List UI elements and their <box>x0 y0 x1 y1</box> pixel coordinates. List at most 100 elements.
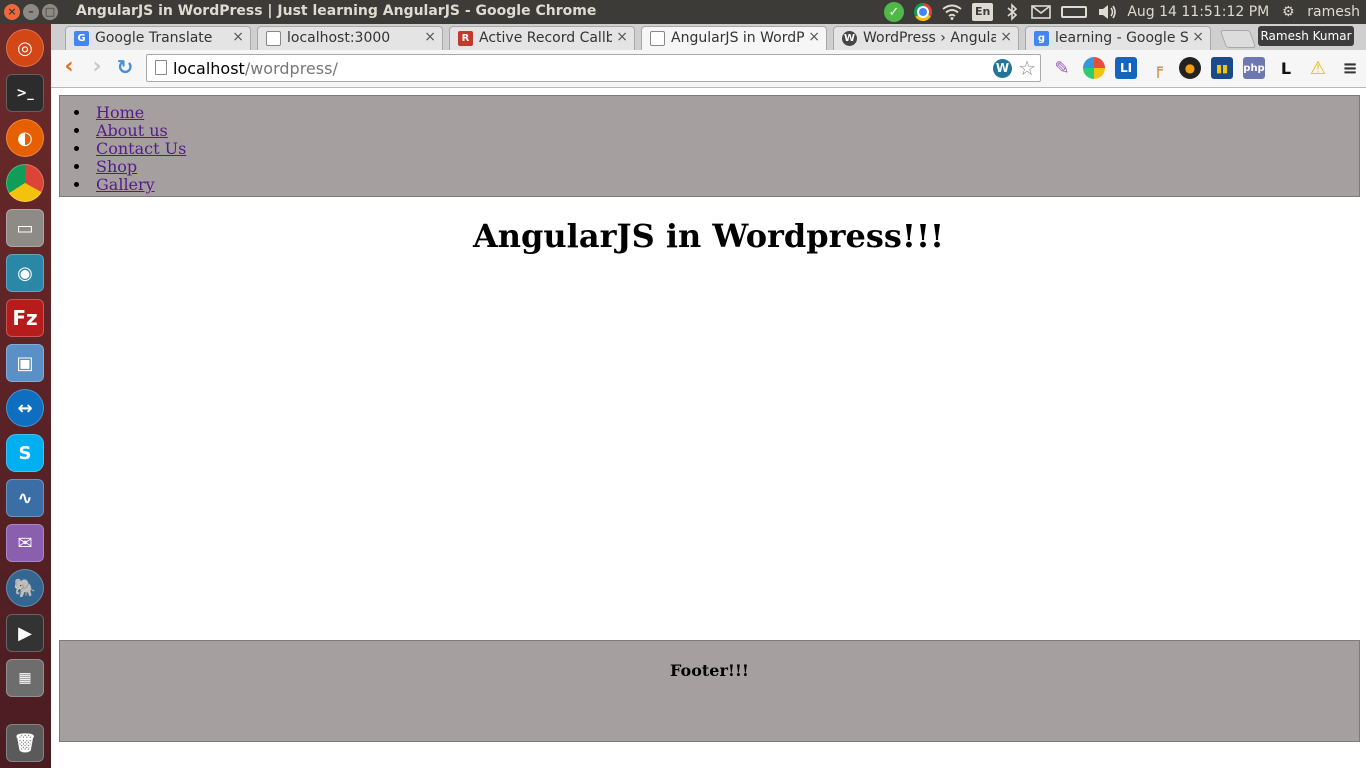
pidgin-icon[interactable]: ✉ <box>6 524 44 562</box>
warning-extension-icon[interactable]: ⚠ <box>1307 57 1329 79</box>
volume-icon[interactable] <box>1097 2 1117 22</box>
browser-toolbar: ‹ › ↻ localhost/wordpress/ W ☆ ✎ LI ╒ ● … <box>51 50 1366 88</box>
new-tab-button[interactable] <box>1219 30 1257 48</box>
firefox-icon[interactable]: ◐ <box>6 119 44 157</box>
bookmark-star-icon[interactable]: ☆ <box>1018 56 1036 80</box>
url-text[interactable]: localhost/wordpress/ <box>173 59 338 78</box>
tab-strip: G Google Translate × localhost:3000 × R … <box>51 24 1366 50</box>
nav-link-contact[interactable]: Contact Us <box>96 139 186 158</box>
nav-item-gallery: Gallery <box>74 176 186 194</box>
page-icon <box>155 60 167 75</box>
tab-title: Google Translate <box>95 30 213 46</box>
l-extension-icon[interactable]: L <box>1275 57 1297 79</box>
close-tab-icon[interactable]: × <box>1192 29 1204 45</box>
tools-extension-icon[interactable]: ╒ <box>1147 57 1169 79</box>
feather-extension-icon[interactable]: ✎ <box>1051 57 1073 79</box>
close-tab-icon[interactable]: × <box>616 29 628 45</box>
indicator-area: ✓ En Aug 14 11:51:12 PM ⚙ ramesh <box>883 2 1360 22</box>
terminal-icon[interactable]: >_ <box>6 74 44 112</box>
tab-localhost-3000[interactable]: localhost:3000 × <box>257 26 443 50</box>
profile-badge[interactable]: Ramesh Kumar <box>1258 26 1354 46</box>
filezilla-icon[interactable]: Fz <box>6 299 44 337</box>
tab-wordpress-admin[interactable]: W WordPress › Angular × <box>833 26 1019 50</box>
tab-title: learning - Google Se <box>1055 30 1188 46</box>
ubuntu-dash-icon[interactable]: ◎ <box>6 29 44 67</box>
reload-button[interactable]: ↻ <box>113 56 137 80</box>
nav-link-shop[interactable]: Shop <box>96 157 137 176</box>
files-icon[interactable]: ▭ <box>6 209 44 247</box>
rails-icon: R <box>458 31 473 46</box>
close-tab-icon[interactable]: × <box>808 29 820 45</box>
skype-icon[interactable]: S <box>6 434 44 472</box>
google-icon: g <box>1034 31 1049 46</box>
page-viewport: Home About us Contact Us Shop Gallery An… <box>51 89 1366 768</box>
url-host: localhost <box>173 59 245 78</box>
top-panel: × – □ AngularJS in WordPress | Just lear… <box>0 0 1366 24</box>
site-footer: Footer!!! <box>59 640 1360 742</box>
php-extension-icon[interactable]: php <box>1243 57 1265 79</box>
close-tab-icon[interactable]: × <box>232 29 244 45</box>
mail-icon[interactable] <box>1031 2 1052 22</box>
teamviewer-icon[interactable]: ↔ <box>6 389 44 427</box>
tab-google-search[interactable]: g learning - Google Se × <box>1025 26 1211 50</box>
launcher: ◎ >_ ◐ ▭ ◉ Fz ▣ ↔ S ∿ ✉ 🐘 ▶ ▦ 🗑 <box>0 24 51 768</box>
nav-list: Home About us Contact Us Shop Gallery <box>74 104 186 194</box>
forward-button[interactable]: › <box>85 56 109 80</box>
stats-extension-icon[interactable]: ▮▮ <box>1211 57 1233 79</box>
color-picker-extension-icon[interactable] <box>1083 57 1105 79</box>
tab-angularjs-wordpress[interactable]: AngularJS in WordP × <box>641 26 827 50</box>
tab-title: Active Record Callba <box>479 30 612 46</box>
chrome-icon[interactable] <box>6 164 44 202</box>
tab-title: localhost:3000 <box>287 30 391 46</box>
minimize-window-button[interactable]: – <box>23 4 39 20</box>
menu-hamburger-icon[interactable]: ≡ <box>1339 57 1361 79</box>
page-icon <box>650 31 665 46</box>
web-browser-icon[interactable]: ◉ <box>6 254 44 292</box>
url-path: /wordpress/ <box>244 59 338 78</box>
calculator-icon[interactable]: ▦ <box>6 659 44 697</box>
wordpress-icon[interactable]: W <box>993 59 1012 78</box>
nav-item-shop: Shop <box>74 158 186 176</box>
username-label[interactable]: ramesh <box>1307 2 1360 22</box>
window-title: AngularJS in WordPress | Just learning A… <box>76 3 597 19</box>
nav-link-gallery[interactable]: Gallery <box>96 175 155 194</box>
translate-icon: G <box>74 31 89 46</box>
video-editor-icon[interactable]: ▶ <box>6 614 44 652</box>
wordpress-icon: W <box>842 31 857 46</box>
battery-icon[interactable] <box>1061 2 1088 22</box>
tab-google-translate[interactable]: G Google Translate × <box>65 26 251 50</box>
session-gear-icon[interactable]: ⚙ <box>1279 2 1297 22</box>
bluetooth-icon[interactable] <box>1003 2 1021 22</box>
extension-icons: ✎ LI ╒ ● ▮▮ php L ⚠ ≡ <box>1051 57 1361 79</box>
update-check-icon[interactable]: ✓ <box>883 2 904 22</box>
nav-link-about[interactable]: About us <box>96 121 168 140</box>
wifi-icon[interactable] <box>942 2 962 22</box>
clock-label[interactable]: Aug 14 11:51:12 PM <box>1127 2 1269 22</box>
tab-title: AngularJS in WordP <box>671 30 804 46</box>
nav-link-home[interactable]: Home <box>96 103 144 122</box>
virtualbox-icon[interactable]: ▣ <box>6 344 44 382</box>
close-tab-icon[interactable]: × <box>424 29 436 45</box>
maximize-window-button[interactable]: □ <box>42 4 58 20</box>
trash-icon[interactable]: 🗑 <box>6 724 44 762</box>
nav-item-home: Home <box>74 104 186 122</box>
nav-item-contact: Contact Us <box>74 140 186 158</box>
nav-item-about: About us <box>74 122 186 140</box>
keyboard-layout-indicator[interactable]: En <box>971 3 994 21</box>
chrome-indicator-icon[interactable] <box>913 3 932 21</box>
back-button[interactable]: ‹ <box>57 56 81 80</box>
page-heading: AngularJS in Wordpress!!! <box>472 217 945 255</box>
pgadmin-icon[interactable]: 🐘 <box>6 569 44 607</box>
system-monitor-icon[interactable]: ∿ <box>6 479 44 517</box>
site-nav: Home About us Contact Us Shop Gallery <box>59 95 1360 197</box>
footer-text: Footer!!! <box>670 661 749 680</box>
tab-title: WordPress › Angular <box>863 30 996 46</box>
window-controls: × – □ <box>4 4 58 20</box>
address-bar[interactable]: localhost/wordpress/ W ☆ <box>146 54 1041 82</box>
tab-active-record[interactable]: R Active Record Callba × <box>449 26 635 50</box>
page-icon <box>266 31 281 46</box>
record-extension-icon[interactable]: ● <box>1179 57 1201 79</box>
close-tab-icon[interactable]: × <box>1000 29 1012 45</box>
li-extension-icon[interactable]: LI <box>1115 57 1137 79</box>
close-window-button[interactable]: × <box>4 4 20 20</box>
